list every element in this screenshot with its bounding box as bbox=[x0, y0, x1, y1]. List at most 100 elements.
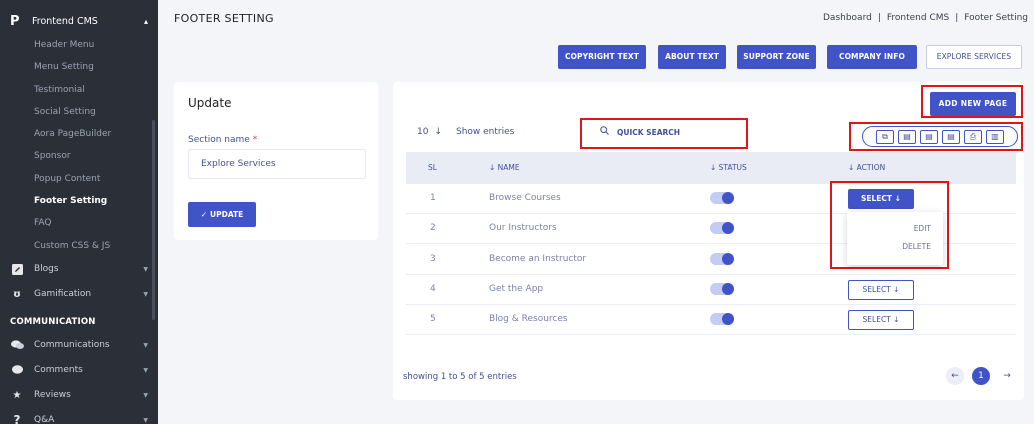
table-row: 5 Blog & Resources SELECT ↓ bbox=[406, 305, 1016, 335]
sort-icon: ↓ bbox=[489, 163, 498, 172]
add-new-page-button[interactable]: ADD NEW PAGE bbox=[930, 92, 1016, 116]
arrow-down-icon: ↓ bbox=[894, 194, 901, 203]
chevron-down-icon: ▼ bbox=[143, 416, 148, 424]
chat-icon bbox=[10, 339, 24, 351]
quick-search-input[interactable]: QUICK SEARCH bbox=[600, 126, 680, 138]
show-entries-label: Show entries bbox=[456, 127, 515, 137]
row-sl: 5 bbox=[430, 314, 436, 324]
sidebar-item-blogs[interactable]: Blogs ▼ bbox=[0, 257, 158, 282]
column-header-sl[interactable]: SL bbox=[428, 163, 437, 172]
row-sl: 4 bbox=[430, 284, 436, 294]
column-header-status[interactable]: ↓ STATUS bbox=[710, 163, 747, 172]
row-name: Browse Courses bbox=[489, 193, 561, 203]
prev-page-icon[interactable]: ← bbox=[946, 367, 964, 385]
breadcrumb-frontend-cms[interactable]: Frontend CMS bbox=[887, 13, 949, 23]
column-header-name[interactable]: ↓ NAME bbox=[489, 163, 520, 172]
tab-about-text[interactable]: ABOUT TEXT bbox=[658, 45, 726, 69]
entries-count[interactable]: 10 bbox=[417, 127, 428, 137]
toggle-knob bbox=[722, 253, 734, 265]
sidebar: P Frontend CMS ▴ Header Menu Menu Settin… bbox=[0, 0, 158, 424]
status-toggle[interactable] bbox=[710, 253, 734, 265]
copy-icon[interactable]: ⧉ bbox=[876, 129, 894, 144]
status-toggle[interactable] bbox=[710, 283, 734, 295]
toggle-knob bbox=[722, 283, 734, 295]
tab-explore-services[interactable]: EXPLORE SERVICES bbox=[926, 45, 1022, 69]
update-button[interactable]: ✓ UPDATE bbox=[188, 202, 256, 227]
comment-icon bbox=[10, 364, 24, 376]
brand-logo-icon: P bbox=[10, 13, 20, 29]
row-name: Our Instructors bbox=[489, 223, 557, 233]
pdf-file-icon[interactable]: ▤ bbox=[942, 129, 960, 144]
sidebar-item-reviews[interactable]: ★ Reviews ▼ bbox=[0, 383, 158, 408]
action-dropdown-menu: EDIT DELETE bbox=[847, 212, 943, 265]
sidebar-subitem-faq[interactable]: FAQ bbox=[0, 212, 158, 234]
select-action-button[interactable]: SELECT ↓ bbox=[848, 280, 914, 300]
sort-icon: ↓ bbox=[710, 163, 719, 172]
sidebar-subitem-custom-css-js[interactable]: Custom CSS & JS bbox=[0, 235, 158, 257]
pagination-info: showing 1 to 5 of 5 entries bbox=[403, 372, 517, 382]
breadcrumb-footer-setting[interactable]: Footer Setting bbox=[964, 13, 1028, 23]
sidebar-subitem-aora-pagebuilder[interactable]: Aora PageBuilder bbox=[0, 123, 158, 145]
tab-company-info[interactable]: COMPANY INFO bbox=[827, 45, 917, 69]
sidebar-item-gamification[interactable]: ʊ Gamification ▼ bbox=[0, 282, 158, 307]
csv-file-icon[interactable]: ▤ bbox=[898, 129, 916, 144]
sidebar-item-label: Q&A bbox=[34, 415, 55, 424]
sidebar-item-frontend-cms[interactable]: P Frontend CMS ▴ bbox=[0, 8, 158, 34]
section-name-label: Section name * bbox=[188, 135, 257, 145]
quick-search-placeholder: QUICK SEARCH bbox=[617, 127, 681, 137]
delete-menu-item[interactable]: DELETE bbox=[902, 242, 931, 251]
search-icon bbox=[600, 126, 609, 138]
sidebar-item-label: Reviews bbox=[34, 390, 71, 401]
page-number-button[interactable]: 1 bbox=[972, 367, 990, 385]
chevron-down-icon: ▼ bbox=[143, 265, 148, 273]
breadcrumb-dashboard[interactable]: Dashboard bbox=[823, 13, 872, 23]
sidebar-subitem-header-menu[interactable]: Header Menu bbox=[0, 34, 158, 56]
sidebar-subitem-footer-setting[interactable]: Footer Setting bbox=[0, 190, 158, 212]
export-buttons: ⧉ ▤ ▤ ▤ ⎙ ▥ bbox=[862, 126, 1018, 147]
page-title: FOOTER SETTING bbox=[174, 12, 274, 25]
breadcrumb-separator: | bbox=[955, 13, 959, 23]
check-icon: ✓ bbox=[200, 210, 207, 219]
select-action-button[interactable]: SELECT ↓ bbox=[848, 310, 914, 330]
select-label: SELECT bbox=[862, 285, 891, 294]
section-name-input[interactable]: Explore Services bbox=[188, 149, 366, 179]
column-header-label: NAME bbox=[497, 163, 520, 172]
entries-selector[interactable]: 10 ↓ Show entries bbox=[417, 127, 514, 137]
sidebar-scrollbar[interactable] bbox=[152, 120, 155, 320]
row-name: Get the App bbox=[489, 284, 544, 294]
sidebar-item-communications[interactable]: Communications ▼ bbox=[0, 333, 158, 358]
tab-copyright-text[interactable]: COPYRIGHT TEXT bbox=[558, 45, 646, 69]
sidebar-subitem-testimonial[interactable]: Testimonial bbox=[0, 79, 158, 101]
edit-menu-item[interactable]: EDIT bbox=[914, 224, 931, 233]
sidebar-item-label: Frontend CMS bbox=[32, 15, 98, 27]
row-sl: 3 bbox=[430, 254, 436, 264]
chevron-down-icon: ▼ bbox=[143, 391, 148, 399]
toggle-knob bbox=[722, 192, 734, 204]
sidebar-subitem-menu-setting[interactable]: Menu Setting bbox=[0, 56, 158, 78]
select-action-button[interactable]: SELECT ↓ bbox=[848, 189, 914, 209]
excel-file-icon[interactable]: ▤ bbox=[920, 129, 938, 144]
status-toggle[interactable] bbox=[710, 222, 734, 234]
gamification-icon: ʊ bbox=[13, 288, 21, 300]
next-page-icon[interactable]: → bbox=[998, 367, 1016, 385]
sidebar-item-label: Blogs bbox=[34, 264, 59, 275]
star-icon: ★ bbox=[12, 389, 22, 401]
table-header: SL ↓ NAME ↓ STATUS ↓ ACTION bbox=[406, 152, 1016, 184]
columns-icon[interactable]: ▥ bbox=[986, 129, 1004, 144]
question-icon: ? bbox=[13, 413, 21, 424]
status-toggle[interactable] bbox=[710, 313, 734, 325]
sidebar-section-title: COMMUNICATION bbox=[10, 316, 96, 327]
sidebar-subitem-sponsor[interactable]: Sponsor bbox=[0, 145, 158, 167]
print-icon[interactable]: ⎙ bbox=[964, 129, 982, 144]
update-button-label: UPDATE bbox=[210, 210, 244, 219]
sidebar-subitem-social-setting[interactable]: Social Setting bbox=[0, 101, 158, 123]
column-header-action[interactable]: ↓ ACTION bbox=[848, 163, 885, 172]
tab-support-zone[interactable]: SUPPORT ZONE bbox=[737, 45, 816, 69]
status-toggle[interactable] bbox=[710, 192, 734, 204]
sidebar-item-qa[interactable]: ? Q&A ▼ bbox=[0, 408, 158, 424]
select-label: SELECT bbox=[862, 315, 891, 324]
sidebar-item-label: Gamification bbox=[34, 289, 92, 300]
row-name: Blog & Resources bbox=[489, 314, 568, 324]
sidebar-item-comments[interactable]: Comments ▼ bbox=[0, 358, 158, 383]
sidebar-subitem-popup-content[interactable]: Popup Content bbox=[0, 168, 158, 190]
